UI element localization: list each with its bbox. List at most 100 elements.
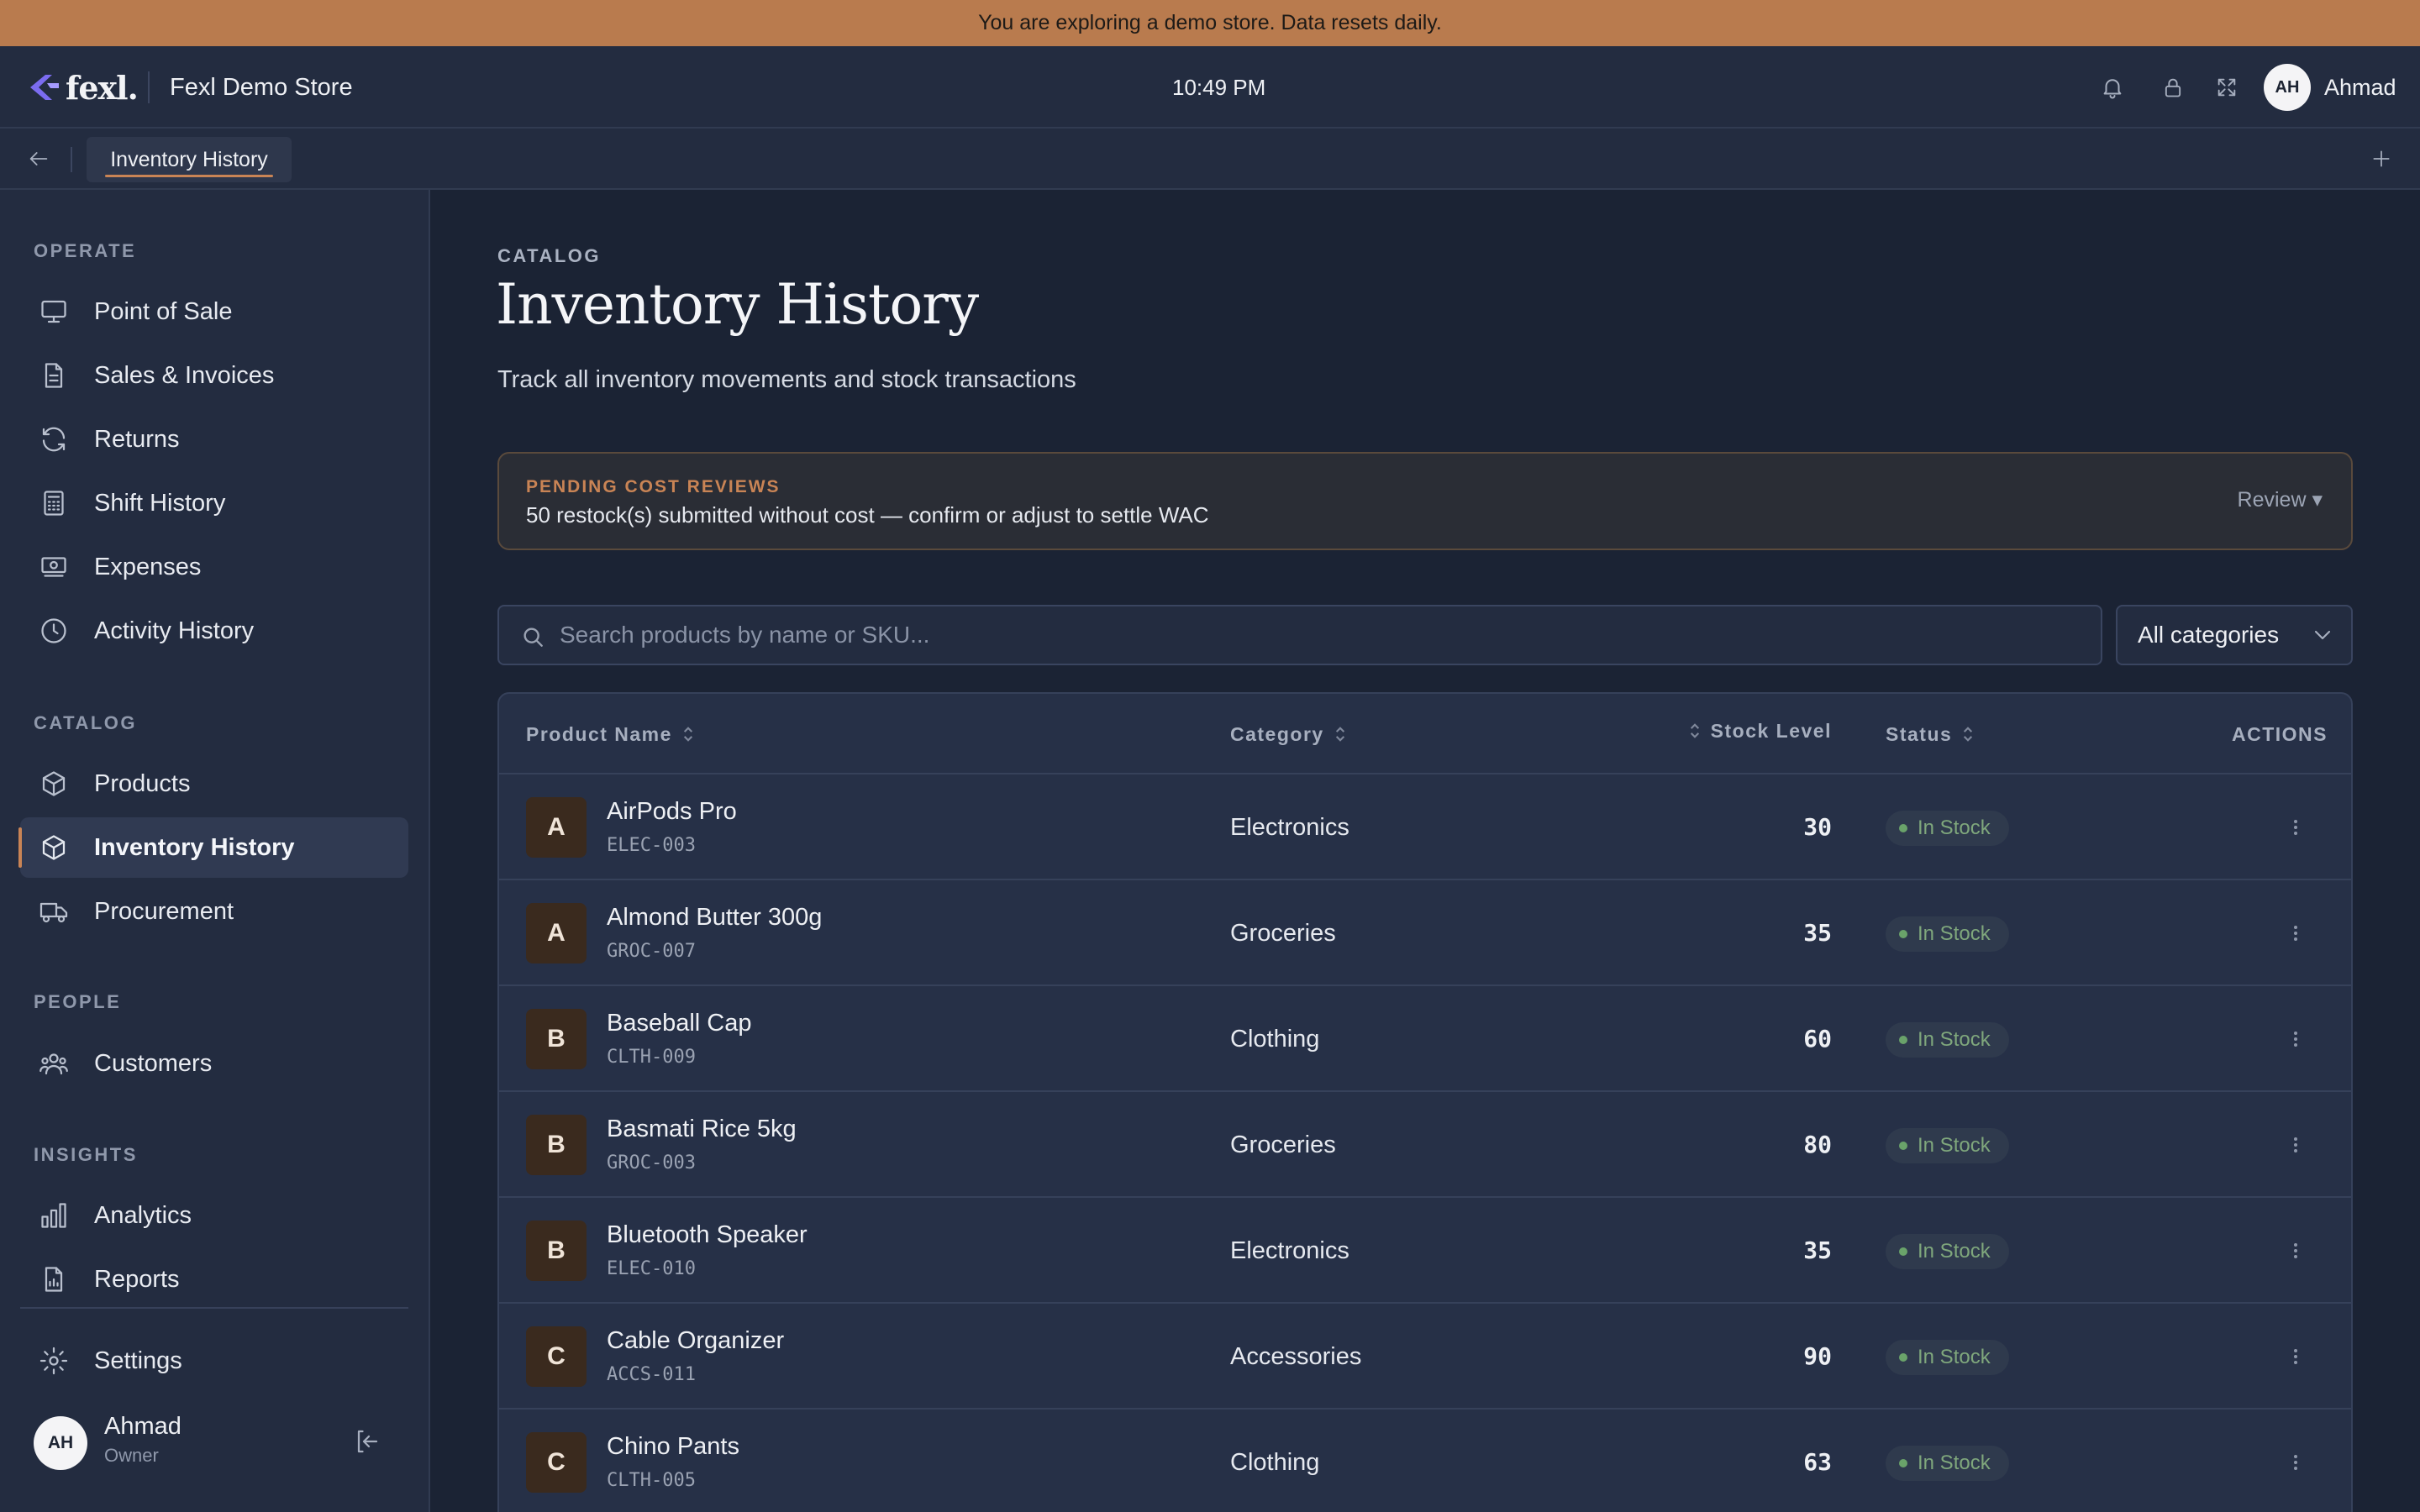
tab-inventory-history[interactable]: Inventory History [87,137,292,182]
status-label: In Stock [1918,1134,1991,1157]
product-stock: 30 [1803,813,1832,841]
sidebar-item-label: Point of Sale [94,298,233,325]
users-icon [39,1053,68,1075]
table-row[interactable]: A AirPods Pro ELEC-003 Electronics 30 In… [499,774,2351,880]
product-name[interactable]: AirPods Pro [607,798,737,826]
product-stock: 60 [1803,1025,1832,1053]
column-header-status[interactable]: Status [1886,694,1975,774]
truck-icon [39,902,68,923]
product-initial-tile: B [526,1221,587,1281]
logo-text: fexl. [66,68,139,107]
main-content: CATALOG Inventory History Track all inve… [430,190,2420,1512]
sidebar-item-products[interactable]: Products [20,753,408,814]
sidebar-item-reports[interactable]: Reports [20,1249,408,1310]
row-actions-menu-icon[interactable] [2279,1128,2312,1162]
sidebar-item-analytics[interactable]: Analytics [20,1185,408,1246]
sidebar-section-operate: OPERATE [34,240,137,261]
table-row[interactable]: A Almond Butter 300g GROC-007 Groceries … [499,880,2351,986]
column-header-product-name[interactable]: Product Name [526,694,696,774]
sidebar-item-settings[interactable]: Settings [20,1331,408,1391]
sidebar-item-label: Sales & Invoices [94,362,275,389]
search-box[interactable] [497,605,2102,665]
sidebar-item-customers[interactable]: Customers [20,1033,408,1094]
sidebar-item-expenses[interactable]: Expenses [20,537,408,597]
sidebar: OPERATE Point of Sale Sales & Invoices R… [0,190,430,1512]
category-select[interactable]: All categories [2116,605,2353,665]
product-category: Clothing [1230,1449,1320,1476]
document-icon [45,363,63,388]
box-icon [42,771,66,796]
product-stock: 63 [1803,1448,1832,1476]
sort-icon [1964,727,1973,742]
status-badge: In Stock [1886,1022,2009,1058]
product-initial-tile: A [526,797,587,858]
table-header: Product Name Category Stock Level Status… [499,694,2351,774]
user-avatar[interactable]: AH [2264,64,2311,111]
logout-icon[interactable] [351,1426,381,1457]
bar-chart-icon [41,1203,66,1228]
sidebar-item-point-of-sale[interactable]: Point of Sale [20,281,408,342]
back-arrow-icon[interactable] [24,144,54,174]
product-name[interactable]: Almond Butter 300g [607,904,822,932]
status-badge: In Stock [1886,1340,2009,1375]
table-row[interactable]: B Basmati Rice 5kg GROC-003 Groceries 80… [499,1092,2351,1198]
search-input[interactable] [560,606,2089,664]
review-button[interactable]: Review ▾ [2238,487,2323,512]
product-sku: ELEC-010 [607,1258,696,1279]
product-initial-tile: C [526,1326,587,1387]
row-actions-menu-icon[interactable] [2279,916,2312,950]
row-actions-menu-icon[interactable] [2279,1234,2312,1268]
product-name[interactable]: Bluetooth Speaker [607,1221,808,1249]
product-name[interactable]: Baseball Cap [607,1010,752,1037]
product-stock: 35 [1803,919,1832,947]
lock-icon[interactable] [2158,72,2188,102]
product-category: Clothing [1230,1026,1320,1053]
new-tab-plus-icon[interactable] [2366,144,2396,174]
page-subtitle: Track all inventory movements and stock … [497,366,1076,393]
table-row[interactable]: B Bluetooth Speaker ELEC-010 Electronics… [499,1198,2351,1304]
sidebar-item-inventory-history[interactable]: Inventory History [18,817,408,878]
sidebar-item-label: Inventory History [94,834,295,861]
alert-title: PENDING COST REVIEWS [526,477,781,496]
sidebar-section-catalog: CATALOG [34,712,137,733]
column-header-category[interactable]: Category [1230,694,1348,774]
table-row[interactable]: C Chino Pants CLTH-005 Clothing 63 In St… [499,1410,2351,1512]
status-dot [1899,1247,1907,1256]
product-sku: GROC-003 [607,1152,696,1173]
gear-icon [39,1347,68,1375]
header-divider [148,71,150,103]
bell-icon[interactable] [2097,72,2128,102]
table-row[interactable]: B Baseball Cap CLTH-009 Clothing 60 In S… [499,986,2351,1092]
product-stock: 90 [1803,1342,1832,1370]
product-sku: ACCS-011 [607,1364,696,1385]
fullscreen-icon[interactable] [2212,72,2242,102]
column-header-stock-level[interactable]: Stock Level [1684,694,1832,771]
sidebar-item-returns[interactable]: Returns [20,409,408,470]
product-name[interactable]: Chino Pants [607,1433,739,1461]
row-actions-menu-icon[interactable] [2279,1022,2312,1056]
sidebar-item-activity-history[interactable]: Activity History [20,601,408,661]
logo[interactable]: fexl. [27,68,139,107]
demo-banner-text: You are exploring a demo store. Data res… [978,11,1442,34]
sidebar-item-sales-invoices[interactable]: Sales & Invoices [20,345,408,406]
sidebar-item-shift-history[interactable]: Shift History [20,473,408,533]
status-dot [1899,1142,1907,1150]
cash-icon [41,557,66,577]
row-actions-menu-icon[interactable] [2279,1340,2312,1373]
row-actions-menu-icon[interactable] [2279,811,2312,844]
store-name: Fexl Demo Store [170,74,353,101]
product-name[interactable]: Basmati Rice 5kg [607,1116,797,1143]
row-actions-menu-icon[interactable] [2279,1446,2312,1479]
product-name[interactable]: Cable Organizer [607,1327,784,1355]
product-stock: 35 [1803,1236,1832,1264]
sort-icon [1335,727,1344,742]
column-header-actions: ACTIONS [2232,723,2328,745]
column-label: Category [1230,723,1324,745]
top-header: fexl. Fexl Demo Store 10:49 PM AH Ahmad [0,46,2420,129]
page-title: Inventory History [496,272,979,337]
sidebar-item-procurement[interactable]: Procurement [20,881,408,942]
user-name[interactable]: Ahmad [2324,71,2396,103]
product-category: Electronics [1230,1237,1349,1264]
table-row[interactable]: C Cable Organizer ACCS-011 Accessories 9… [499,1304,2351,1410]
sidebar-user-avatar[interactable]: AH [34,1416,87,1470]
